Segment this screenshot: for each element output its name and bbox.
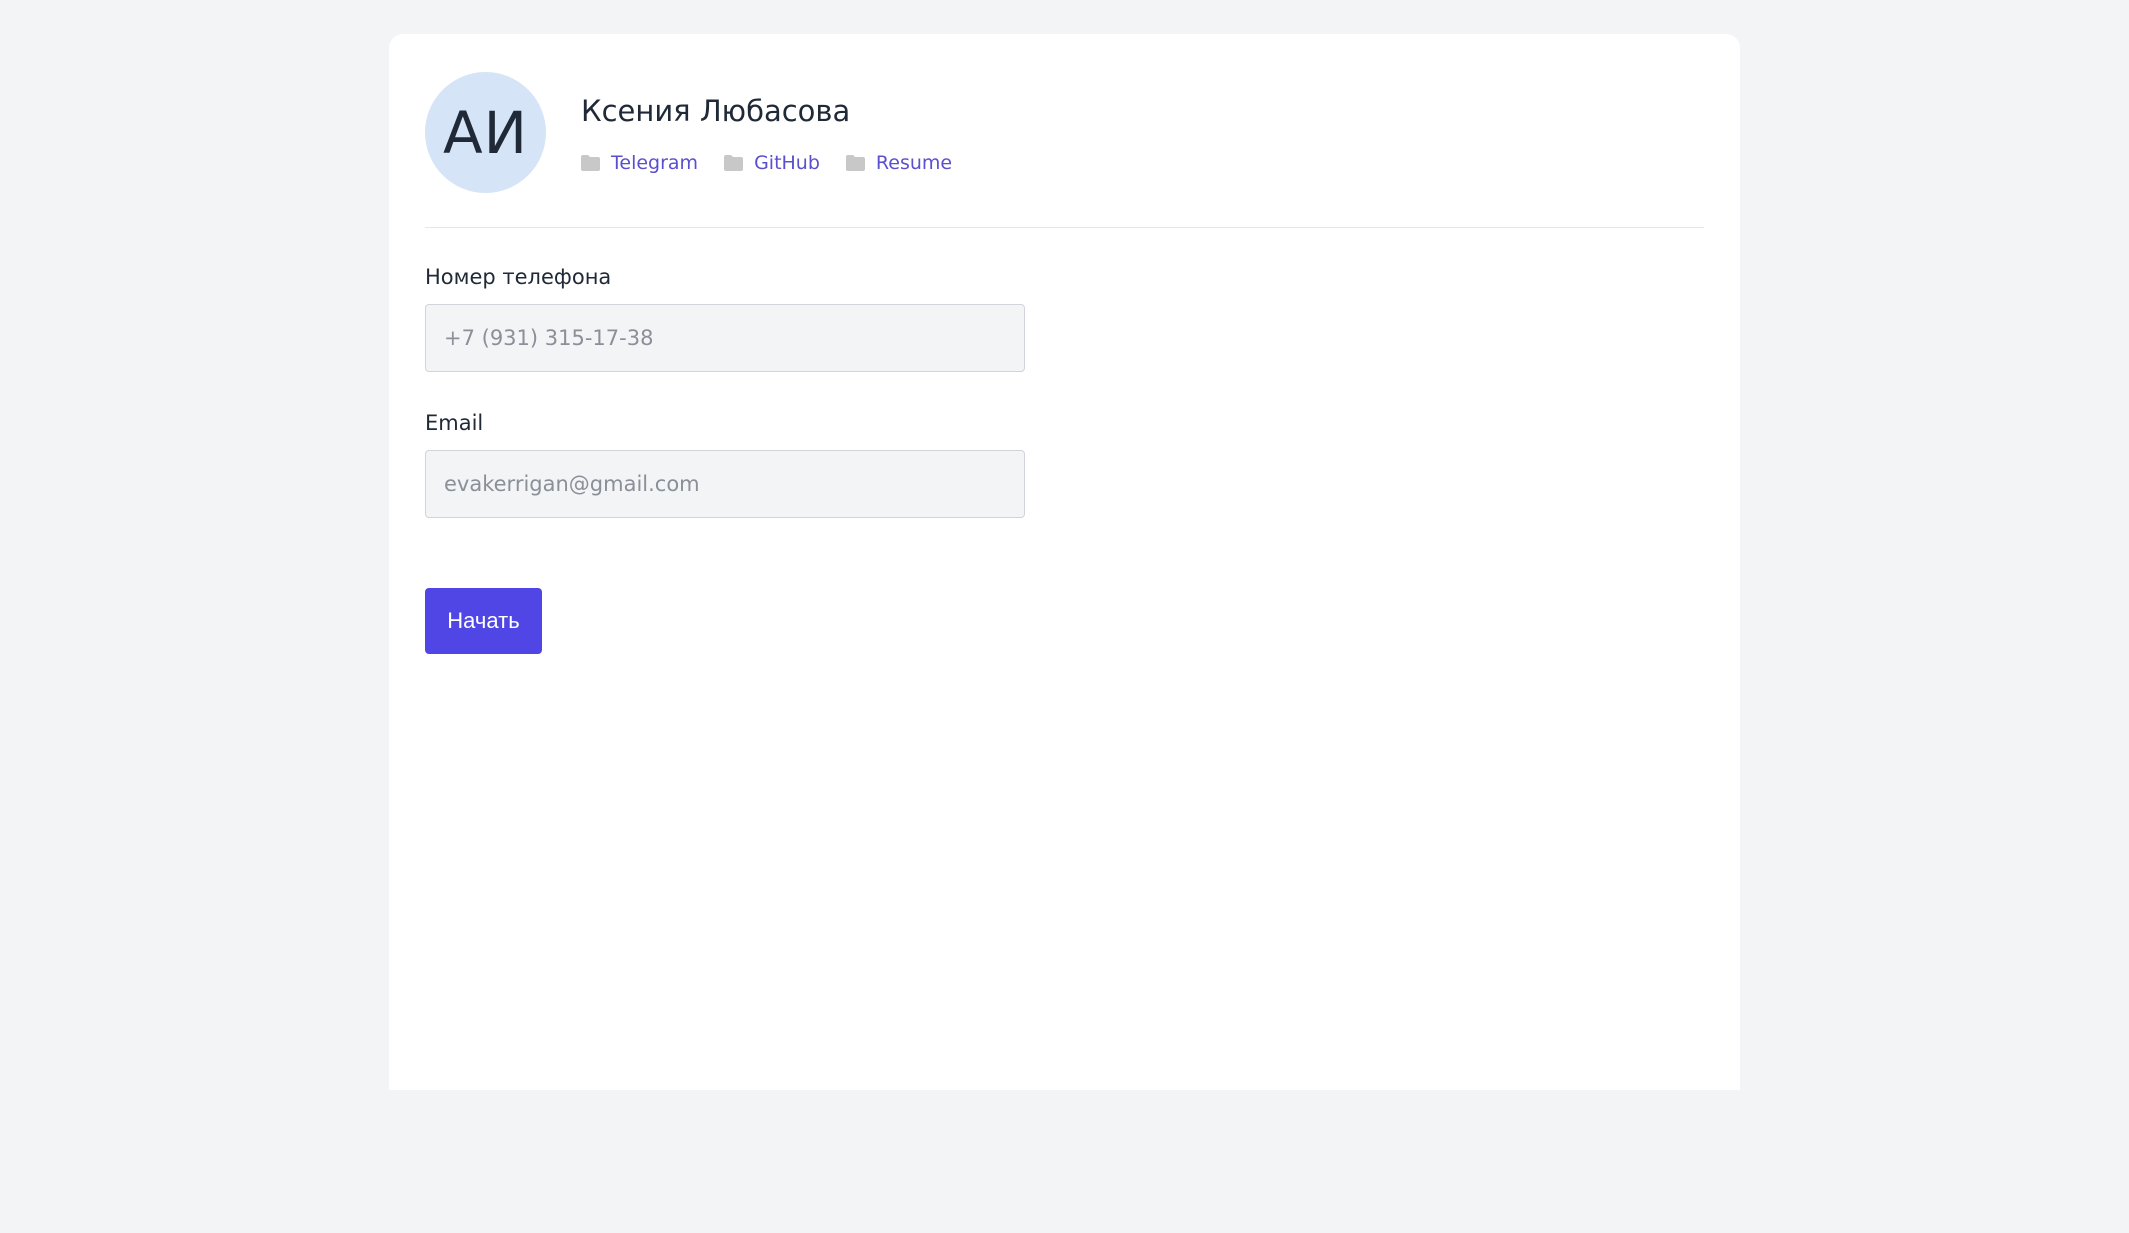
email-label: Email — [425, 411, 484, 435]
resume-link[interactable]: Resume — [845, 152, 953, 174]
github-link-label: GitHub — [754, 152, 820, 174]
avatar: АИ — [425, 72, 546, 193]
profile-links: Telegram GitHub Resume — [581, 152, 952, 174]
folder-icon — [724, 155, 744, 171]
start-button[interactable]: Начать — [425, 588, 542, 654]
profile-card: АИ Ксения Любасова Telegram GitHub Resum… — [389, 34, 1740, 1090]
email-input[interactable] — [425, 450, 1025, 518]
profile-header: АИ Ксения Любасова Telegram GitHub Resum… — [425, 72, 1704, 228]
folder-icon — [581, 155, 600, 171]
telegram-link-label: Telegram — [611, 152, 699, 174]
telegram-link[interactable]: Telegram — [581, 152, 698, 174]
folder-icon — [845, 155, 865, 171]
github-link[interactable]: GitHub — [724, 152, 820, 174]
resume-link-label: Resume — [875, 152, 953, 174]
phone-input[interactable] — [425, 304, 1025, 372]
profile-name: Ксения Любасова — [581, 94, 851, 128]
phone-label: Номер телефона — [425, 265, 612, 289]
